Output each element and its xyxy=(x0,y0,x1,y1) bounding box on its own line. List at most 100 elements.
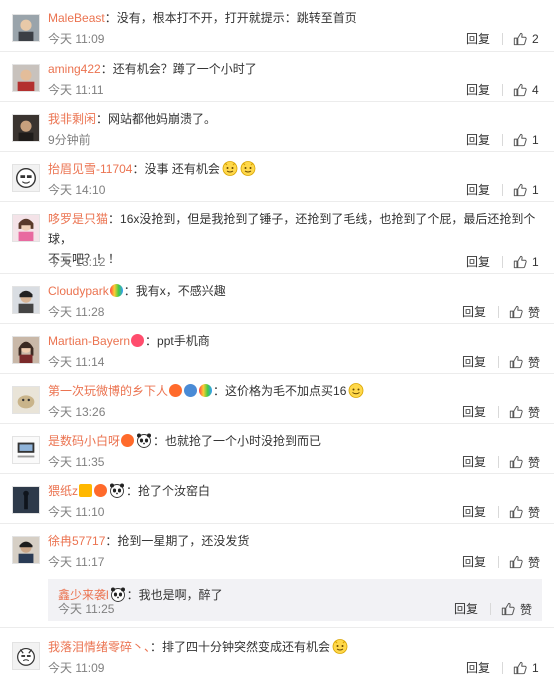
fan-badge-icon[interactable] xyxy=(94,484,108,497)
username-link[interactable]: 徐冉57717 xyxy=(48,534,105,548)
smiling-face-emoji xyxy=(222,160,238,176)
thumbs-up-icon xyxy=(509,455,523,469)
username-link[interactable]: 鑫少来袭l xyxy=(58,588,109,602)
comment-meta: 9分钟前 回复 1 xyxy=(48,132,540,148)
avatar[interactable] xyxy=(12,436,40,464)
like-button[interactable]: 1 xyxy=(513,183,540,197)
reply-content: ：我也是啊，醉了 xyxy=(126,588,223,602)
avatar[interactable] xyxy=(12,486,40,514)
avatar[interactable] xyxy=(12,164,40,192)
thumbs-up-icon xyxy=(513,255,527,269)
reply-button[interactable]: 回复 xyxy=(462,356,499,368)
smiling-face-emoji xyxy=(348,382,364,398)
like-button[interactable]: 1 xyxy=(513,133,540,147)
timestamp: 9分钟前 xyxy=(48,133,91,147)
reply-button[interactable]: 回复 xyxy=(466,134,503,146)
thumbs-up-icon xyxy=(513,661,527,675)
comment-meta: 今天 14:10 回复 1 xyxy=(48,182,540,198)
panda-emoji xyxy=(136,432,152,448)
like-button[interactable]: 赞 xyxy=(509,554,540,571)
like-button[interactable]: 1 xyxy=(513,661,540,675)
comment-meta: 今天 11:09 回复 2 xyxy=(48,31,540,47)
avatar[interactable] xyxy=(12,214,40,242)
reply-button[interactable]: 回复 xyxy=(454,603,491,615)
reply-button[interactable]: 回复 xyxy=(462,556,499,568)
balloon-badge-icon[interactable] xyxy=(109,284,123,297)
balloon-badge-icon[interactable] xyxy=(199,384,213,397)
comment-content: ：16x没抢到，但是我抢到了锤子，还抢到了毛线，也抢到了个屁，最后还抢到个球， xyxy=(48,212,536,246)
heart-badge-icon[interactable] xyxy=(131,334,145,347)
username-link[interactable]: 我非剩闲 xyxy=(48,112,96,126)
like-button[interactable]: 2 xyxy=(513,32,540,46)
comment-text: 是数码小白呀 ：也就抢了一个小时没抢到而已 xyxy=(48,431,540,451)
comment-meta: 今天 11:11 回复 4 xyxy=(48,82,540,98)
username-link[interactable]: 第一次玩微博的乡下人 xyxy=(48,384,168,398)
shield-badge-icon[interactable] xyxy=(184,384,198,397)
avatar[interactable] xyxy=(12,286,40,314)
like-count: 1 xyxy=(532,255,539,269)
comment-item: MaleBeast：没有，根本打不开，打开就提示：跳转至首页 今天 11:09 … xyxy=(0,0,554,52)
comment-meta: 今天 11:28 回复 赞 xyxy=(48,304,540,320)
like-button[interactable]: 赞 xyxy=(501,601,532,618)
like-button[interactable]: 赞 xyxy=(509,404,540,421)
username-link[interactable]: aming422 xyxy=(48,62,101,76)
avatar[interactable] xyxy=(12,114,40,142)
comment-text: 徐冉57717：抢到一星期了，还没发货 xyxy=(48,531,540,551)
reply-button[interactable]: 回复 xyxy=(466,256,503,268)
reply-button[interactable]: 回复 xyxy=(466,184,503,196)
thumbs-up-icon xyxy=(509,355,523,369)
comment-content: ：也就抢了一个小时没抢到而已 xyxy=(153,434,322,448)
avatar[interactable] xyxy=(12,336,40,364)
comment-content: ：没有，根本打不开，打开就提示：跳转至首页 xyxy=(104,11,357,25)
verified-badge-icon[interactable] xyxy=(79,484,93,497)
username-link[interactable]: 我落泪情绪零碎丶、 xyxy=(48,640,150,654)
username-link[interactable]: 哆罗是只猫 xyxy=(48,212,108,226)
comment-text: 第一次玩微博的乡下人 ：这价格为毛不加点买16 xyxy=(48,381,540,401)
reply-button[interactable]: 回复 xyxy=(462,506,499,518)
comment-item: 哆罗是只猫：16x没抢到，但是我抢到了锤子，还抢到了毛线，也抢到了个屁，最后还抢… xyxy=(0,202,554,274)
reply-button[interactable]: 回复 xyxy=(462,406,499,418)
username-link[interactable]: 猥纸z xyxy=(48,484,78,498)
timestamp: 今天 11:11 xyxy=(48,83,104,97)
reply-button[interactable]: 回复 xyxy=(466,33,503,45)
fan-badge-icon[interactable] xyxy=(121,434,135,447)
comment-text: aming422：还有机会？蹲了一个小时了 xyxy=(48,59,540,79)
comment-text: 我非剩闲：网站都他妈崩溃了。 xyxy=(48,109,540,129)
like-label: 赞 xyxy=(527,405,540,420)
avatar[interactable] xyxy=(12,536,40,564)
avatar[interactable] xyxy=(12,642,40,670)
username-link[interactable]: Martian-Bayern xyxy=(48,334,130,348)
like-button[interactable]: 赞 xyxy=(509,354,540,371)
username-link[interactable]: Cloudypark xyxy=(48,284,109,298)
comment-meta: 今天 11:35 回复 赞 xyxy=(48,454,540,470)
like-button[interactable]: 赞 xyxy=(509,454,540,471)
like-button[interactable]: 赞 xyxy=(509,304,540,321)
thumbs-up-icon xyxy=(509,555,523,569)
timestamp: 今天 11:28 xyxy=(48,305,105,319)
comment-text: Martian-Bayern ：ppt手机商 xyxy=(48,331,540,351)
username-link[interactable]: MaleBeast xyxy=(48,11,105,25)
username-link[interactable]: 抬眉见雪-11704 xyxy=(48,162,132,176)
avatar[interactable] xyxy=(12,64,40,92)
reply-button[interactable]: 回复 xyxy=(462,456,499,468)
like-button[interactable]: 1 xyxy=(513,255,540,269)
username-link[interactable]: 是数码小白呀 xyxy=(48,434,120,448)
comment-item: 猥纸z ：抢了个汝窑白 今天 11:10 回复 赞 xyxy=(0,474,554,524)
reply-meta: 今天 11:25 回复 赞 xyxy=(58,601,532,617)
reply-button[interactable]: 回复 xyxy=(466,84,503,96)
like-button[interactable]: 4 xyxy=(513,83,540,97)
comment-text: MaleBeast：没有，根本打不开，打开就提示：跳转至首页 xyxy=(48,8,540,28)
comment-meta: 今天 11:10 回复 赞 xyxy=(48,504,540,520)
reply-button[interactable]: 回复 xyxy=(462,306,499,318)
timestamp: 今天 13:12 xyxy=(48,255,106,269)
avatar[interactable] xyxy=(12,386,40,414)
comment-text: Cloudypark ：我有x，不感兴趣 xyxy=(48,281,540,301)
avatar[interactable] xyxy=(12,14,40,42)
comment-meta: 今天 11:09 回复 1 xyxy=(48,660,540,676)
timestamp: 今天 11:09 xyxy=(48,32,105,46)
timestamp: 今天 13:26 xyxy=(48,405,106,419)
like-button[interactable]: 赞 xyxy=(509,504,540,521)
reply-button[interactable]: 回复 xyxy=(466,662,503,674)
comment-meta: 今天 11:14 回复 赞 xyxy=(48,354,540,370)
fan-badge-icon[interactable] xyxy=(169,384,183,397)
